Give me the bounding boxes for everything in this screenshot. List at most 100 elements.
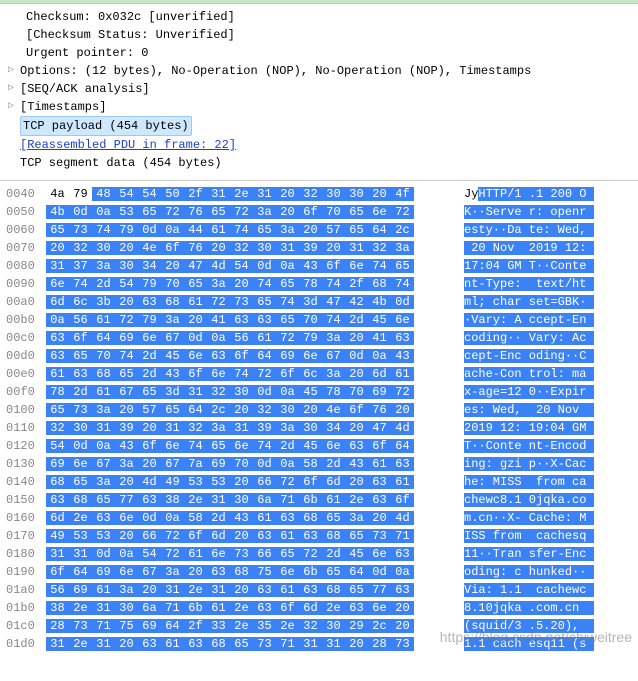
hex-offset: 00f0 xyxy=(6,385,46,399)
hex-ascii[interactable]: x-age=12 0··Expir xyxy=(454,385,594,399)
hex-bytes[interactable]: 696e673a20677a69700d0a582d436163 xyxy=(46,457,454,471)
hex-row[interactable]: 01b0382e31306a716b612e636f6d2e636e208.10… xyxy=(6,599,632,617)
hex-ascii[interactable]: ml; char set=GBK· xyxy=(454,295,594,309)
hex-row[interactable]: 00a06d6c3b20636861727365743d47424b0dml; … xyxy=(6,293,632,311)
hex-offset: 00b0 xyxy=(6,313,46,327)
hex-ascii[interactable]: nt-Type: text/ht xyxy=(454,277,594,291)
hex-bytes[interactable]: 616368652d436f6e74726f6c3a206d61 xyxy=(46,367,454,381)
hex-row[interactable]: 00e0616368652d436f6e74726f6c3a206d61ache… xyxy=(6,365,632,383)
hex-row[interactable]: 010065733a205765642c203230204e6f7620es: … xyxy=(6,401,632,419)
detail-options[interactable]: Options: (12 bytes), No-Operation (NOP),… xyxy=(8,62,630,80)
hex-ascii[interactable]: es: Wed, 20 Nov xyxy=(454,403,594,417)
hex-row[interactable]: 00d0636570742d456e636f64696e670d0a43cept… xyxy=(6,347,632,365)
detail-checksum[interactable]: Checksum: 0x032c [unverified] xyxy=(8,8,630,26)
hex-bytes[interactable]: 6d2e636e0d0a582d43616368653a204d xyxy=(46,511,454,525)
hex-row[interactable]: 01506368657763382e31306a716b612e636fchew… xyxy=(6,491,632,509)
expand-icon[interactable] xyxy=(8,98,20,116)
hex-ascii[interactable]: ing: gzi p··X-Cac xyxy=(454,457,594,471)
hex-bytes[interactable]: 4a79485454502f312e3120323030204f xyxy=(46,187,454,201)
hex-offset: 0180 xyxy=(6,547,46,561)
detail-checksum-status[interactable]: [Checksum Status: Unverified] xyxy=(8,26,630,44)
hex-bytes[interactable]: 4b0d0a5365727665723a206f70656e72 xyxy=(46,205,454,219)
hex-ascii[interactable]: JyHTTP/1 .1 200 O xyxy=(454,187,594,201)
detail-seq-ack[interactable]: [SEQ/ACK analysis] xyxy=(8,80,630,98)
hex-ascii[interactable]: T··Conte nt-Encod xyxy=(454,439,594,453)
packet-details-pane: Checksum: 0x032c [unverified] [Checksum … xyxy=(0,4,638,180)
hex-row[interactable]: 008031373a303420474d540d0a436f6e746517:0… xyxy=(6,257,632,275)
hex-row[interactable]: 00906e742d547970653a20746578742f6874nt-T… xyxy=(6,275,632,293)
expand-icon[interactable] xyxy=(8,80,20,98)
hex-bytes[interactable]: 4953532066726f6d2063616368657371 xyxy=(46,529,454,543)
hex-row[interactable]: 01c02873717569642f332e352e3230292c20(squ… xyxy=(6,617,632,635)
hex-bytes[interactable]: 31373a303420474d540d0a436f6e7465 xyxy=(46,259,454,273)
hex-ascii[interactable]: chewc8.1 0jqka.co xyxy=(454,493,594,507)
detail-urgent-pointer[interactable]: Urgent pointer: 0 xyxy=(8,44,630,62)
detail-timestamps[interactable]: [Timestamps] xyxy=(8,98,630,116)
hex-row[interactable]: 0110323031392031323a31393a303420474d2019… xyxy=(6,419,632,437)
hex-bytes[interactable]: 6368657763382e31306a716b612e636f xyxy=(46,493,454,507)
hex-row[interactable]: 0130696e673a20677a69700d0a582d436163ing:… xyxy=(6,455,632,473)
hex-bytes[interactable]: 2873717569642f332e352e3230292c20 xyxy=(46,619,454,633)
hex-bytes[interactable]: 636570742d456e636f64696e670d0a43 xyxy=(46,349,454,363)
hex-ascii[interactable]: Via: 1.1 cachewc xyxy=(454,583,594,597)
hex-row[interactable]: 014068653a204d4953532066726f6d206361he: … xyxy=(6,473,632,491)
hex-bytes[interactable]: 657374790d0a446174653a205765642c xyxy=(46,223,454,237)
hex-row[interactable]: 00504b0d0a5365727665723a206f70656e72K··S… xyxy=(6,203,632,221)
hex-row[interactable]: 018031310d0a5472616e736665722d456e6311··… xyxy=(6,545,632,563)
hex-row[interactable]: 01a05669613a20312e312063616368657763Via:… xyxy=(6,581,632,599)
detail-reassembled[interactable]: [Reassembled PDU in frame: 22] xyxy=(8,136,630,154)
hex-ascii[interactable]: he: MISS from ca xyxy=(454,475,594,489)
hex-ascii[interactable]: coding·· Vary: Ac xyxy=(454,331,594,345)
detail-tcp-segment[interactable]: TCP segment data (454 bytes) xyxy=(8,154,630,172)
hex-ascii[interactable]: ·Vary: A ccept-En xyxy=(454,313,594,327)
hex-ascii[interactable]: oding: c hunked·· xyxy=(454,565,594,579)
hex-offset: 0100 xyxy=(6,403,46,417)
hex-ascii[interactable]: cept-Enc oding··C xyxy=(454,349,594,363)
hex-ascii[interactable]: K··Serve r: openr xyxy=(454,205,594,219)
hex-bytes[interactable]: 68653a204d4953532066726f6d206361 xyxy=(46,475,454,489)
hex-bytes[interactable]: 382e31306a716b612e636f6d2e636e20 xyxy=(46,601,454,615)
hex-row[interactable]: 00b00a566172793a204163636570742d456e·Var… xyxy=(6,311,632,329)
hex-ascii[interactable]: 17:04 GM T··Conte xyxy=(454,259,594,273)
hex-ascii[interactable]: 20 Nov 2019 12: xyxy=(454,241,594,255)
hex-offset: 0140 xyxy=(6,475,46,489)
detail-tcp-payload[interactable]: TCP payload (454 bytes) xyxy=(8,116,630,136)
hex-row[interactable]: 00404a79485454502f312e3120323030204fJyHT… xyxy=(6,185,632,203)
hex-ascii[interactable]: 1.1 cach esq11 (s xyxy=(454,637,594,651)
hex-ascii[interactable]: 2019 12: 19:04 GM xyxy=(454,421,594,435)
hex-ascii[interactable]: m.cn··X- Cache: M xyxy=(454,511,594,525)
hex-bytes[interactable]: 65733a205765642c203230204e6f7620 xyxy=(46,403,454,417)
hex-bytes[interactable]: 323031392031323a31393a303420474d xyxy=(46,421,454,435)
hex-row[interactable]: 0060657374790d0a446174653a205765642cesty… xyxy=(6,221,632,239)
hex-offset: 0150 xyxy=(6,493,46,507)
hex-row[interactable]: 01704953532066726f6d2063616368657371ISS … xyxy=(6,527,632,545)
hex-bytes[interactable]: 540d0a436f6e74656e742d456e636f64 xyxy=(46,439,454,453)
expand-icon[interactable] xyxy=(8,62,20,80)
hex-row[interactable]: 0120540d0a436f6e74656e742d456e636f64T··C… xyxy=(6,437,632,455)
hex-bytes[interactable]: 636f64696e670d0a566172793a204163 xyxy=(46,331,454,345)
hex-bytes[interactable]: 6d6c3b20636861727365743d47424b0d xyxy=(46,295,454,309)
hex-row[interactable]: 01d0312e31206361636865737131312028731.1 … xyxy=(6,635,632,653)
hex-bytes[interactable]: 5669613a20312e312063616368657763 xyxy=(46,583,454,597)
hex-bytes[interactable]: 0a566172793a204163636570742d456e xyxy=(46,313,454,327)
hex-row[interactable]: 00c0636f64696e670d0a566172793a204163codi… xyxy=(6,329,632,347)
hex-ascii[interactable]: esty··Da te: Wed, xyxy=(454,223,594,237)
hex-ascii[interactable]: 11··Tran sfer-Enc xyxy=(454,547,594,561)
hex-ascii[interactable]: ISS from cachesq xyxy=(454,529,594,543)
hex-bytes[interactable]: 6f64696e673a206368756e6b65640d0a xyxy=(46,565,454,579)
hex-ascii[interactable]: ache-Con trol: ma xyxy=(454,367,594,381)
hex-ascii[interactable]: (squid/3 .5.20), xyxy=(454,619,594,633)
hex-row[interactable]: 01606d2e636e0d0a582d43616368653a204dm.cn… xyxy=(6,509,632,527)
hex-ascii[interactable]: 8.10jqka .com.cn xyxy=(454,601,594,615)
hex-bytes[interactable]: 31310d0a5472616e736665722d456e63 xyxy=(46,547,454,561)
hex-bytes[interactable]: 203230204e6f7620323031392031323a xyxy=(46,241,454,255)
hex-bytes[interactable]: 6e742d547970653a20746578742f6874 xyxy=(46,277,454,291)
hex-row[interactable]: 00f0782d6167653d3132300d0a4578706972x-ag… xyxy=(6,383,632,401)
hex-bytes[interactable]: 312e3120636163686573713131202873 xyxy=(46,637,454,651)
hex-bytes[interactable]: 782d6167653d3132300d0a4578706972 xyxy=(46,385,454,399)
hex-dump-pane[interactable]: 00404a79485454502f312e3120323030204fJyHT… xyxy=(0,180,638,659)
hex-offset: 0130 xyxy=(6,457,46,471)
hex-row[interactable]: 01906f64696e673a206368756e6b65640d0aodin… xyxy=(6,563,632,581)
hex-offset: 01a0 xyxy=(6,583,46,597)
hex-row[interactable]: 0070203230204e6f7620323031392031323a 20 … xyxy=(6,239,632,257)
